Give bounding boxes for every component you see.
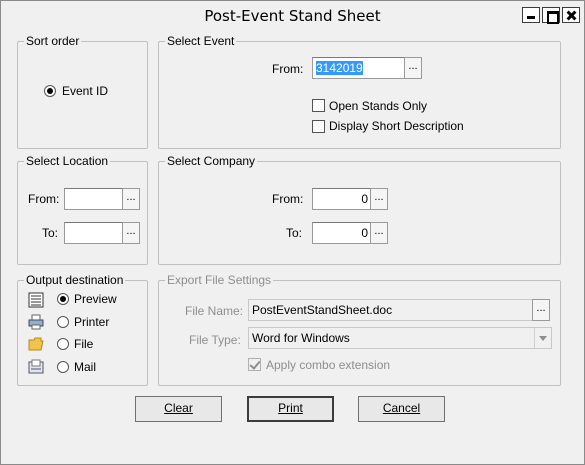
file-type-label: File Type: <box>189 333 241 347</box>
maximize-button[interactable] <box>542 7 560 24</box>
title-bar: Post-Event Stand Sheet <box>1 1 584 31</box>
printer-icon <box>28 314 44 330</box>
event-from-label: From: <box>272 62 304 76</box>
file-type-select[interactable]: Word for Windows <box>248 327 552 349</box>
file-radio[interactable] <box>57 338 69 350</box>
output-destination-legend: Output destination <box>24 273 126 287</box>
clear-button[interactable]: Clear <box>135 396 222 422</box>
company-from-label: From: <box>272 192 304 206</box>
minimize-button[interactable] <box>522 7 540 23</box>
open-stands-checkbox[interactable] <box>312 99 325 112</box>
select-event-legend: Select Event <box>165 34 237 48</box>
sort-order-group: Sort order Event ID <box>17 34 148 149</box>
export-settings-legend: Export File Settings <box>165 273 274 287</box>
file-name-input[interactable]: PostEventStandSheet.doc <box>248 299 534 321</box>
event-id-radio[interactable] <box>44 85 56 97</box>
window-title: Post-Event Stand Sheet <box>204 7 381 25</box>
sort-order-legend: Sort order <box>24 34 82 48</box>
company-from-browse-button[interactable]: ... <box>370 188 388 210</box>
event-id-label: Event ID <box>62 84 109 98</box>
open-stands-label: Open Stands Only <box>329 99 428 113</box>
company-to-label: To: <box>286 226 303 240</box>
company-to-input[interactable]: 0 <box>312 222 372 244</box>
preview-radio[interactable] <box>57 293 69 305</box>
close-button[interactable] <box>562 7 580 23</box>
print-button[interactable]: Print <box>247 396 334 422</box>
output-destination-group: Output destination Preview Printer File … <box>17 273 148 386</box>
event-from-input[interactable]: 3142019 <box>312 57 406 79</box>
chevron-down-icon[interactable] <box>534 328 551 348</box>
short-description-checkbox[interactable] <box>312 120 325 133</box>
printer-radio[interactable] <box>57 316 69 328</box>
cancel-button-label: Cancel <box>382 401 421 415</box>
select-location-group: Select Location From: ... To: ... <box>17 154 148 265</box>
company-from-input[interactable]: 0 <box>312 188 372 210</box>
company-to-browse-button[interactable]: ... <box>370 222 388 244</box>
dialog-window: Post-Event Stand Sheet Sort order Event … <box>0 0 585 465</box>
folder-icon <box>28 337 44 351</box>
printer-label: Printer <box>74 315 110 329</box>
location-to-browse-button[interactable]: ... <box>122 222 140 244</box>
preview-label: Preview <box>74 292 117 306</box>
mail-radio[interactable] <box>57 361 69 373</box>
location-to-label: To: <box>42 226 59 240</box>
clear-button-label: Clear <box>164 401 193 415</box>
select-event-group: Select Event From: 3142019 ... Open Stan… <box>158 34 561 149</box>
apply-combo-label: Apply combo extension <box>266 358 391 372</box>
select-company-legend: Select Company <box>165 154 258 168</box>
cancel-button[interactable]: Cancel <box>358 396 445 422</box>
event-browse-button[interactable]: ... <box>404 57 422 79</box>
export-settings-group: Export File Settings File Name: PostEven… <box>158 273 561 386</box>
select-location-legend: Select Location <box>24 154 111 168</box>
mail-icon <box>28 359 44 374</box>
location-from-label: From: <box>28 192 60 206</box>
file-label: File <box>74 337 94 351</box>
location-from-input[interactable] <box>64 188 124 210</box>
file-name-browse-button[interactable]: ... <box>532 299 550 321</box>
preview-icon <box>28 292 44 308</box>
short-description-label: Display Short Description <box>329 119 464 133</box>
file-type-value: Word for Windows <box>252 331 350 345</box>
print-button-label: Print <box>278 401 303 415</box>
mail-label: Mail <box>74 360 97 374</box>
file-name-label: File Name: <box>185 304 244 318</box>
location-from-browse-button[interactable]: ... <box>122 188 140 210</box>
select-company-group: Select Company From: 0 ... To: 0 ... <box>158 154 561 265</box>
location-to-input[interactable] <box>64 222 124 244</box>
apply-combo-checkbox[interactable] <box>248 358 261 371</box>
